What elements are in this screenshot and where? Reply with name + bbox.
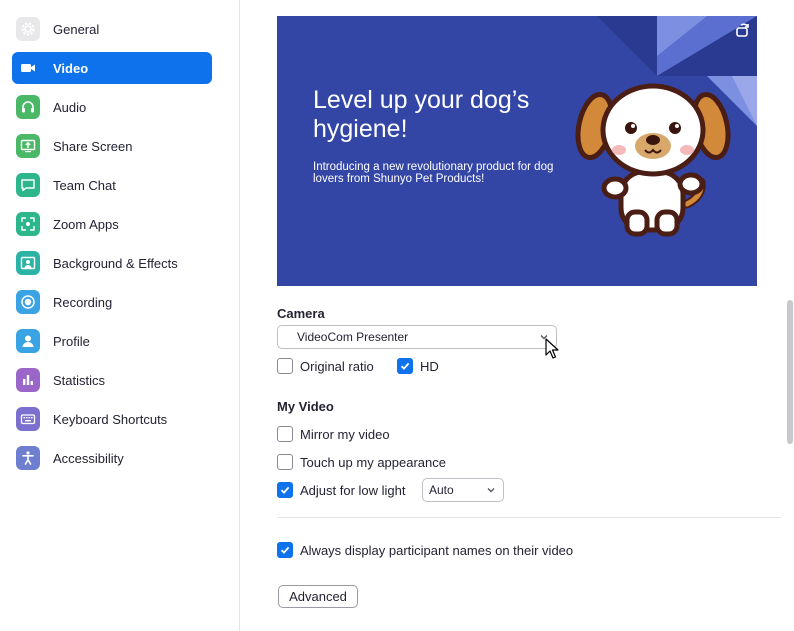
- sidebar-item-general[interactable]: General: [12, 13, 212, 45]
- sidebar-item-background-effects[interactable]: Background & Effects: [12, 247, 212, 279]
- sidebar-item-zoom-apps[interactable]: Zoom Apps: [12, 208, 212, 240]
- settings-sidebar: General Video Audio Share Screen Team Ch: [0, 0, 240, 631]
- sidebar-item-label: Statistics: [53, 372, 106, 388]
- sidebar-item-label: General: [53, 21, 100, 37]
- rotate-icon: [736, 23, 749, 37]
- preview-subtitle: Introducing a new revolutionary product …: [313, 161, 554, 185]
- low-light-mode-value: Auto: [429, 483, 454, 497]
- sidebar-item-label: Video: [53, 60, 89, 76]
- sidebar-item-label: Keyboard Shortcuts: [53, 411, 168, 427]
- checkbox-box[interactable]: [277, 454, 293, 470]
- camera-preview: Level up your dog’s hygiene! Introducing…: [277, 16, 757, 286]
- camera-select-value: VideoCom Presenter: [297, 330, 409, 344]
- sidebar-item-label: Share Screen: [53, 138, 133, 154]
- checkbox-box[interactable]: [277, 482, 293, 498]
- camera-label: Camera: [277, 306, 325, 321]
- dog-illustration: [575, 83, 731, 237]
- sidebar-item-team-chat[interactable]: Team Chat: [12, 169, 212, 201]
- gear-icon: [16, 17, 40, 41]
- apps-icon: [16, 212, 40, 236]
- rotate-video-button[interactable]: [729, 16, 757, 44]
- checkbox-box[interactable]: [397, 358, 413, 374]
- statistics-icon: [16, 368, 40, 392]
- mouse-cursor-icon: [545, 338, 559, 359]
- checkbox-label: Always display participant names on thei…: [300, 542, 574, 558]
- sidebar-item-label: Team Chat: [53, 177, 116, 193]
- low-light-mode-select[interactable]: Auto: [422, 478, 504, 502]
- low-light-checkbox[interactable]: Adjust for low light: [277, 480, 406, 500]
- mirror-video-checkbox[interactable]: Mirror my video: [277, 424, 390, 444]
- video-camera-icon: [16, 56, 40, 80]
- checkbox-box[interactable]: [277, 358, 293, 374]
- vertical-scrollbar[interactable]: [787, 300, 793, 444]
- checkbox-box[interactable]: [277, 542, 293, 558]
- sidebar-item-label: Zoom Apps: [53, 216, 119, 232]
- original-ratio-checkbox[interactable]: Original ratio: [277, 356, 374, 376]
- sidebar-item-label: Recording: [53, 294, 113, 310]
- checkbox-label: Original ratio: [300, 358, 374, 374]
- recording-icon: [16, 290, 40, 314]
- checkbox-box[interactable]: [277, 426, 293, 442]
- sidebar-item-recording[interactable]: Recording: [12, 286, 212, 318]
- checkbox-label: HD: [420, 358, 439, 374]
- sidebar-item-video[interactable]: Video: [12, 52, 212, 84]
- sidebar-item-label: Accessibility: [53, 450, 124, 466]
- background-icon: [16, 251, 40, 275]
- checkmark-icon: [400, 362, 410, 370]
- sidebar-item-label: Audio: [53, 99, 87, 115]
- share-screen-icon: [16, 134, 40, 158]
- hd-checkbox[interactable]: HD: [397, 356, 439, 376]
- sidebar-item-label: Background & Effects: [53, 255, 178, 271]
- sidebar-item-share-screen[interactable]: Share Screen: [12, 130, 212, 162]
- advanced-button[interactable]: Advanced: [278, 585, 358, 608]
- checkbox-label: Adjust for low light: [300, 482, 406, 498]
- sidebar-item-accessibility[interactable]: Accessibility: [12, 442, 212, 474]
- sidebar-item-profile[interactable]: Profile: [12, 325, 212, 357]
- chevron-down-icon: [487, 488, 495, 493]
- keyboard-icon: [16, 407, 40, 431]
- settings-window: General Video Audio Share Screen Team Ch: [0, 0, 794, 631]
- camera-select[interactable]: VideoCom Presenter: [277, 325, 557, 349]
- section-divider: [277, 517, 781, 518]
- chat-icon: [16, 173, 40, 197]
- headphones-icon: [16, 95, 40, 119]
- video-settings-panel: Level up your dog’s hygiene! Introducing…: [241, 0, 794, 631]
- profile-icon: [16, 329, 40, 353]
- checkbox-label: Mirror my video: [300, 426, 390, 442]
- checkmark-icon: [280, 546, 290, 554]
- accessibility-icon: [16, 446, 40, 470]
- always-display-names-checkbox[interactable]: Always display participant names on thei…: [277, 540, 573, 560]
- touch-up-checkbox[interactable]: Touch up my appearance: [277, 452, 446, 472]
- sidebar-item-keyboard-shortcuts[interactable]: Keyboard Shortcuts: [12, 403, 212, 435]
- checkbox-label: Touch up my appearance: [300, 454, 446, 470]
- sidebar-item-statistics[interactable]: Statistics: [12, 364, 212, 396]
- my-video-label: My Video: [277, 399, 334, 414]
- checkmark-icon: [280, 486, 290, 494]
- sidebar-item-label: Profile: [53, 333, 90, 349]
- sidebar-item-audio[interactable]: Audio: [12, 91, 212, 123]
- preview-title: Level up your dog’s hygiene!: [313, 86, 530, 143]
